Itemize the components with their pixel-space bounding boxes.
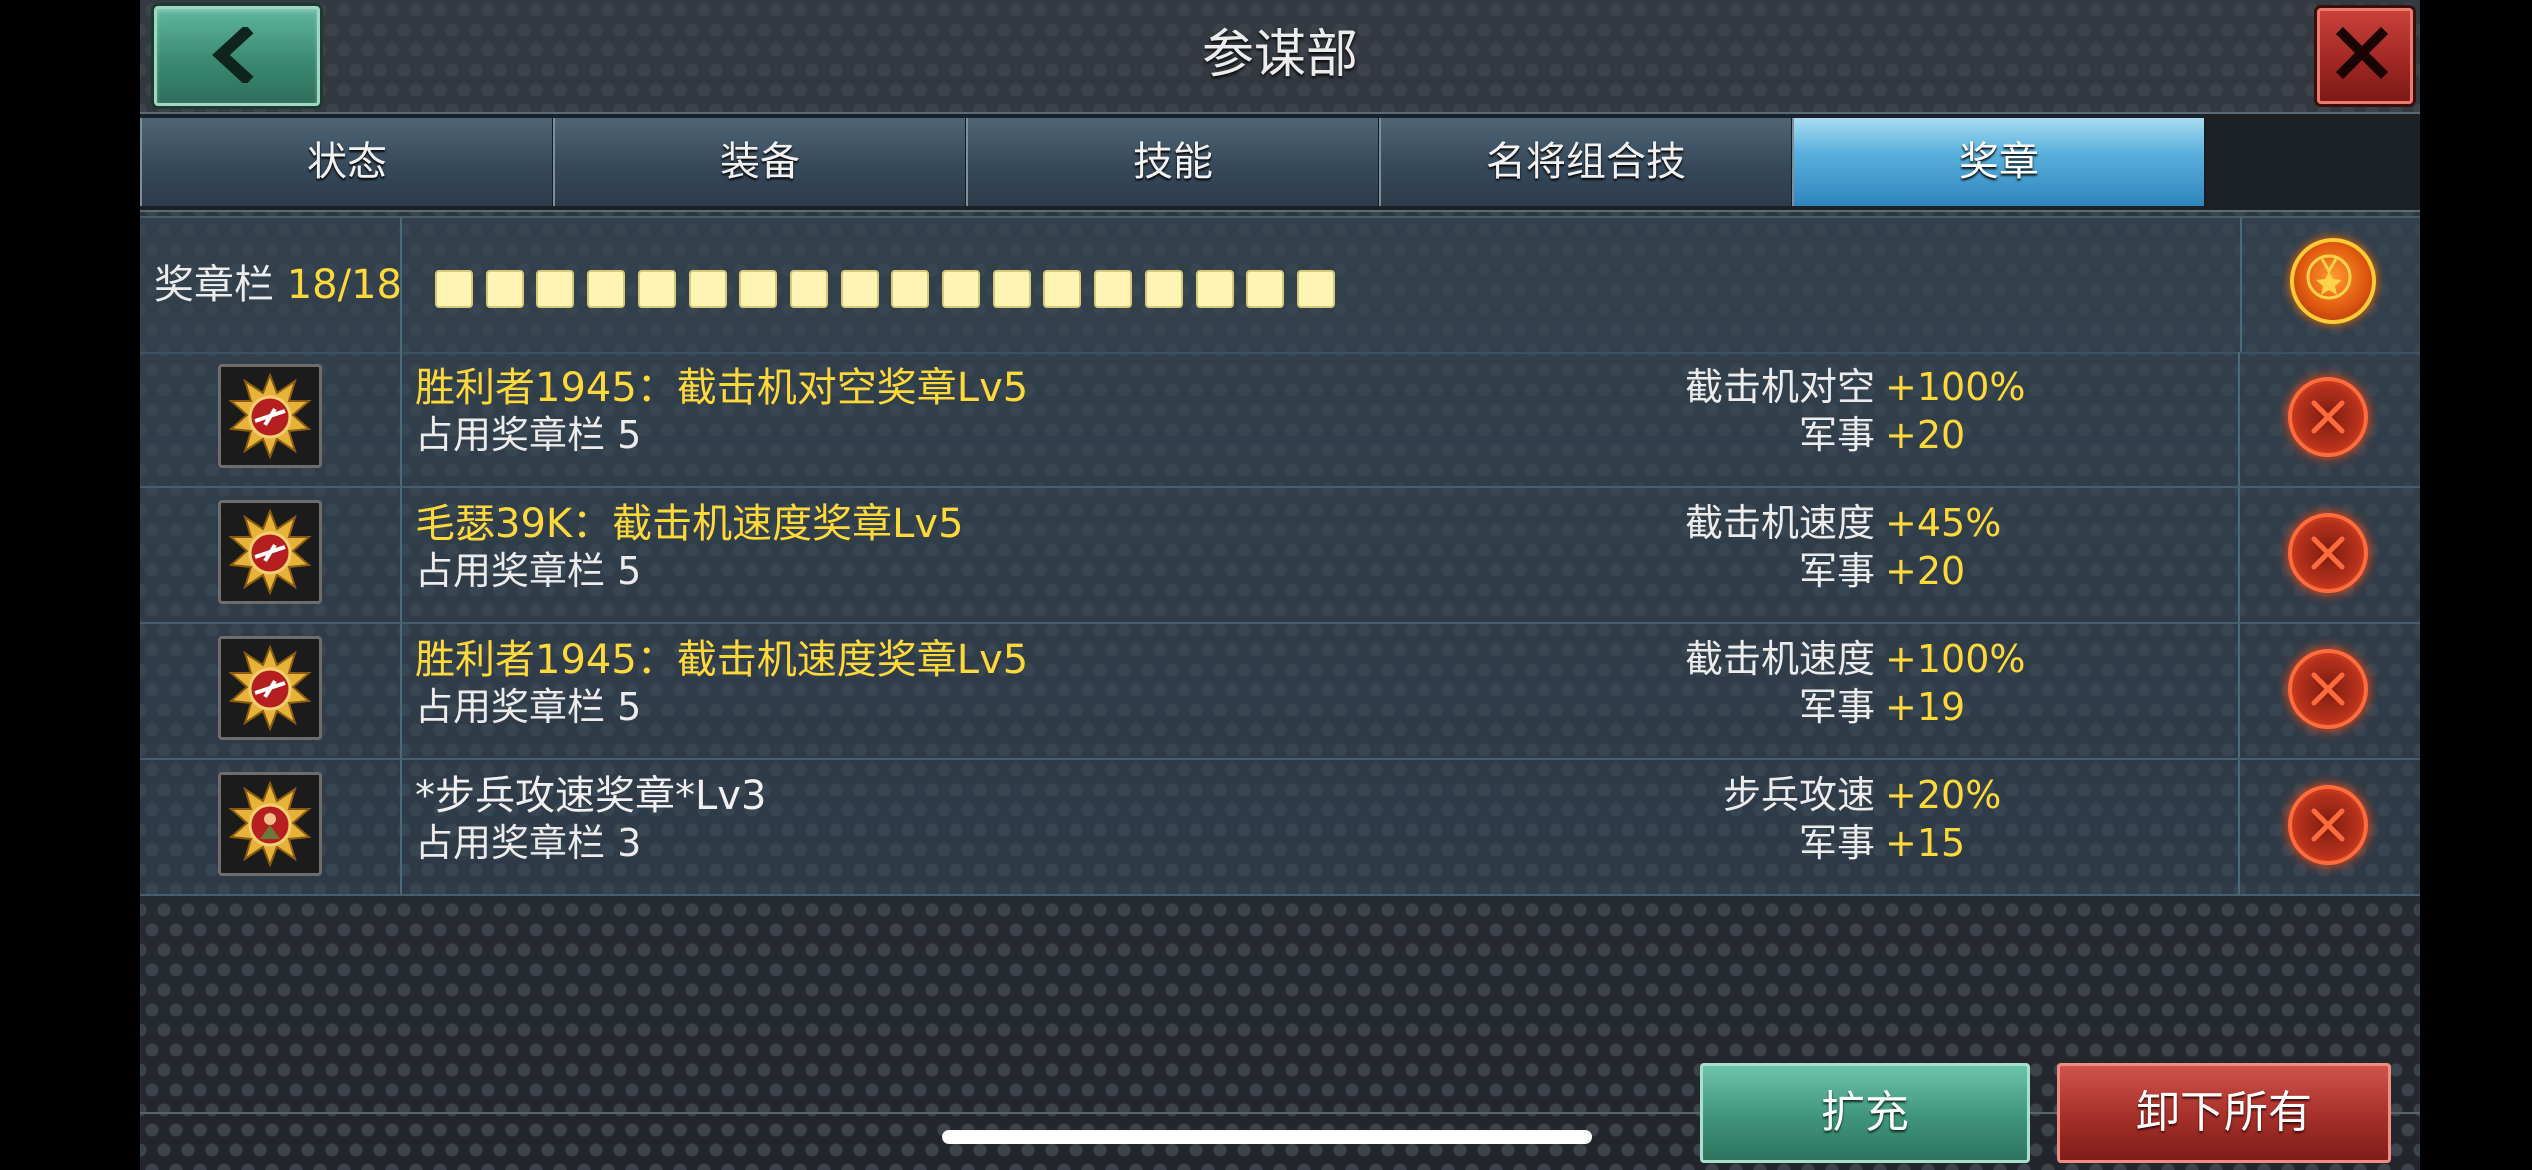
stat-value: +19	[1885, 685, 1966, 729]
divider	[400, 218, 402, 352]
medal-slot-block	[739, 270, 778, 308]
medal-slot-usage: 占用奖章栏 5	[415, 685, 642, 729]
stat-value: +15	[1885, 821, 1966, 865]
tab-skills[interactable]: 技能	[966, 118, 1380, 206]
divider	[400, 624, 402, 758]
stat-name: 军事	[1798, 685, 1875, 729]
medal-slot-block	[1195, 270, 1234, 308]
stat-name: 截击机速度	[1684, 637, 1875, 681]
stat-name: 军事	[1798, 821, 1875, 865]
stat-value: +20	[1885, 413, 1966, 457]
close-icon	[2335, 26, 2389, 80]
list-item: 胜利者1945：截击机速度奖章Lv5 占用奖章栏 5 截击机速度 +100% 军…	[140, 624, 2420, 760]
tab-status[interactable]: 状态	[140, 118, 554, 206]
remove-medal-button[interactable]	[2288, 377, 2368, 457]
divider	[400, 352, 402, 486]
tab-equipment[interactable]: 装备	[553, 118, 967, 206]
medal-slot-block	[942, 270, 980, 308]
close-circle-icon	[2311, 536, 2345, 570]
divider	[400, 488, 402, 622]
tab-medals[interactable]: 奖章	[1792, 118, 2206, 206]
medal-icon	[2306, 254, 2352, 300]
medal-slot-block	[1296, 270, 1335, 308]
medal-button[interactable]	[2290, 238, 2376, 324]
stat-name: 截击机对空	[1684, 365, 1875, 409]
remove-medal-button[interactable]	[2288, 649, 2368, 729]
divider	[400, 760, 402, 894]
medal-slot-block	[587, 270, 626, 308]
medal-slot-block	[1094, 270, 1133, 308]
staff-panel: 参谋部 状态 装备 技能 名将组合技 奖章 奖章栏 18/18 胜利者1945：…	[140, 0, 2420, 1170]
medal-name: 毛瑟39K：截击机速度奖章Lv5	[415, 501, 964, 547]
medal-slots-label: 奖章栏	[154, 262, 274, 308]
medal-slot-block	[992, 270, 1031, 308]
stat-value: +100%	[1885, 637, 2026, 681]
list-item: 毛瑟39K：截击机速度奖章Lv5 占用奖章栏 5 截击机速度 +45% 军事 +…	[140, 488, 2420, 624]
medal-slot-block	[789, 270, 828, 308]
stat-value: +45%	[1885, 501, 2002, 545]
stat-name: 军事	[1798, 549, 1875, 593]
medal-slot-block	[1144, 270, 1183, 308]
medal-badge-icon	[218, 500, 322, 604]
list-item: 胜利者1945：截击机对空奖章Lv5 占用奖章栏 5 截击机对空 +100% 军…	[140, 352, 2420, 488]
tab-combo-skills[interactable]: 名将组合技	[1379, 118, 1793, 206]
medal-slots-label-group: 奖章栏 18/18	[154, 218, 402, 352]
stat-name: 截击机速度	[1684, 501, 1875, 545]
divider	[2240, 218, 2242, 352]
medal-slots-row: 奖章栏 18/18	[140, 216, 2420, 354]
medal-slot-block	[435, 270, 473, 308]
medal-slot-block	[1246, 270, 1285, 308]
remove-medal-button[interactable]	[2288, 785, 2368, 865]
medal-slot-block	[840, 270, 879, 308]
medal-slots-count: 18/18	[286, 262, 402, 308]
medal-badge-icon	[218, 772, 322, 876]
medal-slot-usage: 占用奖章栏 5	[415, 413, 642, 457]
close-circle-icon	[2311, 400, 2345, 434]
divider	[2238, 488, 2240, 622]
divider	[2238, 760, 2240, 894]
unload-all-button[interactable]: 卸下所有	[2057, 1063, 2391, 1163]
medal-slot-block	[485, 270, 524, 308]
medal-slot-usage: 占用奖章栏 5	[415, 549, 642, 593]
stat-value: +20%	[1885, 773, 2002, 817]
medal-slot-block	[891, 270, 930, 308]
expand-button[interactable]: 扩充	[1700, 1063, 2030, 1163]
home-indicator[interactable]	[942, 1130, 1592, 1144]
medal-badge-icon	[218, 364, 322, 468]
medal-name: 胜利者1945：截击机对空奖章Lv5	[415, 365, 1029, 411]
close-circle-icon	[2311, 672, 2345, 706]
medal-slot-block	[536, 270, 575, 308]
page-title: 参谋部	[1201, 25, 1358, 85]
tab-bar: 状态 装备 技能 名将组合技 奖章	[140, 112, 2420, 212]
medal-slot-usage: 占用奖章栏 3	[415, 821, 642, 865]
medal-slot-block	[1043, 270, 1082, 308]
medal-slot-block	[637, 270, 676, 308]
stat-value: +20	[1885, 549, 1966, 593]
remove-medal-button[interactable]	[2288, 513, 2368, 593]
medal-slot-block	[688, 270, 727, 308]
close-circle-icon	[2311, 808, 2345, 842]
stat-name: 步兵攻速	[1722, 773, 1875, 817]
stat-name: 军事	[1798, 413, 1875, 457]
medal-name: 胜利者1945：截击机速度奖章Lv5	[415, 637, 1029, 683]
medal-name: *步兵攻速奖章*Lv3	[415, 773, 767, 819]
close-button[interactable]	[2317, 8, 2413, 104]
medal-badge-icon	[218, 636, 322, 740]
stat-value: +100%	[1885, 365, 2026, 409]
list-item: *步兵攻速奖章*Lv3 占用奖章栏 3 步兵攻速 +20% 军事 +15	[140, 760, 2420, 896]
divider	[2238, 624, 2240, 758]
divider	[2238, 352, 2240, 486]
